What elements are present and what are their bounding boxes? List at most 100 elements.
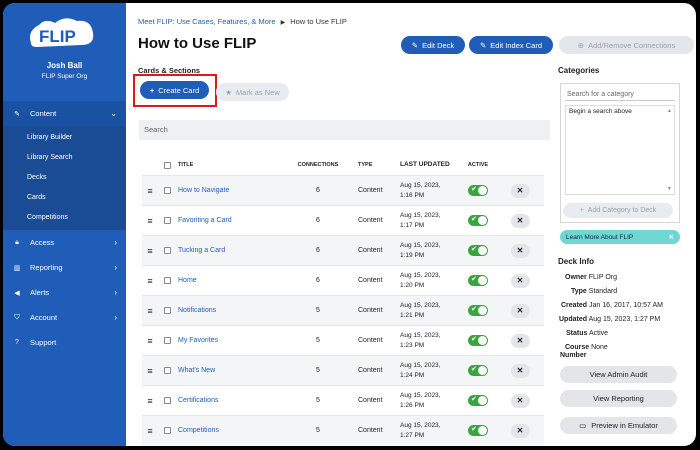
row-checkbox[interactable] — [158, 307, 176, 314]
card-connections: 6 — [316, 277, 320, 284]
active-toggle[interactable] — [458, 365, 498, 376]
create-card-label: Create Card — [158, 85, 200, 95]
edit-index-card-button[interactable]: ✎ Edit Index Card — [469, 36, 553, 54]
card-title-link[interactable]: Competitions — [176, 427, 288, 434]
updated-time: 1:23 PM — [400, 341, 425, 349]
column-type[interactable]: TYPE — [348, 162, 398, 168]
updated-time: 1:27 PM — [400, 431, 425, 439]
sidebar-item-account[interactable]: ⛉ Account › — [3, 305, 126, 330]
add-category-button[interactable]: + Add Category to Deck — [563, 203, 673, 218]
row-checkbox[interactable] — [158, 337, 176, 344]
drag-handle-icon[interactable]: ≡ — [142, 306, 158, 316]
column-last-updated[interactable]: LAST UPDATED — [398, 160, 458, 169]
sidebar-item-reporting[interactable]: ▥ Reporting › — [3, 255, 126, 280]
sidebar-item-access[interactable]: 🔒︎ Access › — [3, 230, 126, 255]
drag-handle-icon[interactable]: ≡ — [142, 216, 158, 226]
view-reporting-button[interactable]: View Reporting — [560, 390, 677, 407]
type-label: Type — [571, 288, 587, 295]
delete-button[interactable]: ✕ — [498, 183, 542, 198]
sidebar-subitem-decks[interactable]: Decks — [3, 168, 126, 188]
card-title-link[interactable]: Tucking a Card — [176, 247, 288, 254]
sidebar-item-label: Reporting — [30, 263, 63, 272]
row-checkbox[interactable] — [158, 247, 176, 254]
updated-date: Aug 15, 2023, — [400, 242, 441, 250]
card-title-link[interactable]: What's New — [176, 367, 288, 374]
active-toggle[interactable] — [458, 395, 498, 406]
breadcrumb-parent[interactable]: Meet FLIP: Use Cases, Features, & More — [138, 17, 276, 26]
active-toggle[interactable] — [458, 305, 498, 316]
close-icon: ✕ — [510, 423, 530, 438]
create-card-button[interactable]: + Create Card — [140, 81, 209, 99]
preview-emulator-button[interactable]: ▭ Preview in Emulator — [560, 417, 677, 434]
scroll-up-icon[interactable]: ▲ — [667, 108, 672, 114]
column-active[interactable]: ACTIVE — [458, 162, 498, 168]
sidebar-item-support[interactable]: ? Support — [3, 330, 126, 355]
view-admin-audit-button[interactable]: View Admin Audit — [560, 366, 677, 383]
sidebar-subitem-cards[interactable]: Cards — [3, 188, 126, 208]
sidebar-subitem-library-search[interactable]: Library Search — [3, 148, 126, 168]
search-input[interactable]: Search — [139, 120, 550, 140]
breadcrumb-current: How to Use FLIP — [290, 17, 347, 26]
card-title-link[interactable]: Notifications — [176, 307, 288, 314]
drag-handle-icon[interactable]: ≡ — [142, 336, 158, 346]
help-icon: ? — [15, 339, 19, 346]
drag-handle-icon[interactable]: ≡ — [142, 246, 158, 256]
row-checkbox[interactable] — [158, 187, 176, 194]
scroll-down-icon[interactable]: ▼ — [667, 186, 672, 192]
active-toggle[interactable] — [458, 425, 498, 436]
card-type: Content — [358, 337, 383, 344]
table-row: ≡ What's New 5 Content Aug 15, 2023,1:24 PM ✕ — [142, 355, 544, 385]
edit-deck-button[interactable]: ✎ Edit Deck — [401, 36, 465, 54]
column-connections[interactable]: CONNECTIONS — [288, 162, 348, 168]
close-icon: ✕ — [510, 243, 530, 258]
active-toggle[interactable] — [458, 275, 498, 286]
learn-more-label: Learn More About FLIP — [566, 233, 634, 241]
delete-button[interactable]: ✕ — [498, 243, 542, 258]
delete-button[interactable]: ✕ — [498, 273, 542, 288]
active-toggle[interactable] — [458, 185, 498, 196]
row-checkbox[interactable] — [158, 397, 176, 404]
row-checkbox[interactable] — [158, 367, 176, 374]
active-toggle[interactable] — [458, 215, 498, 226]
learn-more-banner[interactable]: Learn More About FLIP ✕ — [560, 230, 680, 244]
updated-date: Aug 15, 2023, — [400, 212, 441, 220]
delete-button[interactable]: ✕ — [498, 363, 542, 378]
select-all-checkbox[interactable] — [158, 161, 176, 169]
card-title-link[interactable]: Certifications — [176, 397, 288, 404]
row-checkbox[interactable] — [158, 217, 176, 224]
delete-button[interactable]: ✕ — [498, 333, 542, 348]
delete-button[interactable]: ✕ — [498, 393, 542, 408]
close-icon[interactable]: ✕ — [669, 233, 674, 241]
card-title-link[interactable]: Home — [176, 277, 288, 284]
drag-handle-icon[interactable]: ≡ — [142, 276, 158, 286]
card-title-link[interactable]: How to Navigate — [176, 187, 288, 194]
card-title-link[interactable]: My Favorites — [176, 337, 288, 344]
updated-date: Aug 15, 2023, — [400, 332, 441, 340]
chevron-right-icon: ▶ — [280, 20, 286, 26]
active-toggle[interactable] — [458, 245, 498, 256]
type-value: Standard — [588, 288, 618, 295]
drag-handle-icon[interactable]: ≡ — [142, 396, 158, 406]
row-checkbox[interactable] — [158, 427, 176, 434]
card-title-link[interactable]: Favoriting a Card — [176, 217, 288, 224]
created-value: Jan 16, 2017, 10:57 AM — [589, 302, 663, 309]
drag-handle-icon[interactable]: ≡ — [142, 426, 158, 436]
sidebar-item-content[interactable]: ✎ Content ⌄ — [3, 101, 126, 126]
drag-handle-icon[interactable]: ≡ — [142, 366, 158, 376]
card-type: Content — [358, 277, 383, 284]
drag-handle-icon[interactable]: ≡ — [142, 186, 158, 196]
row-checkbox[interactable] — [158, 277, 176, 284]
plus-icon: + — [149, 85, 155, 95]
sidebar-subitem-library-builder[interactable]: Library Builder — [3, 128, 126, 148]
active-toggle[interactable] — [458, 335, 498, 346]
delete-button[interactable]: ✕ — [498, 303, 542, 318]
card-last-updated: Aug 15, 2023, 1:16 PM — [398, 181, 458, 199]
delete-button[interactable]: ✕ — [498, 423, 542, 438]
sidebar-item-alerts[interactable]: ◀ Alerts › — [3, 280, 126, 305]
sidebar-nav: ✎ Content ⌄ Library Builder Library Sear… — [3, 101, 126, 355]
sidebar-subitem-competitions[interactable]: Competitions — [3, 208, 126, 228]
category-search-input[interactable]: Search for a category — [565, 88, 675, 101]
column-title[interactable]: TITLE — [176, 162, 288, 168]
mark-as-new-button[interactable]: ★ Mark as New — [216, 83, 289, 101]
delete-button[interactable]: ✕ — [498, 213, 542, 228]
